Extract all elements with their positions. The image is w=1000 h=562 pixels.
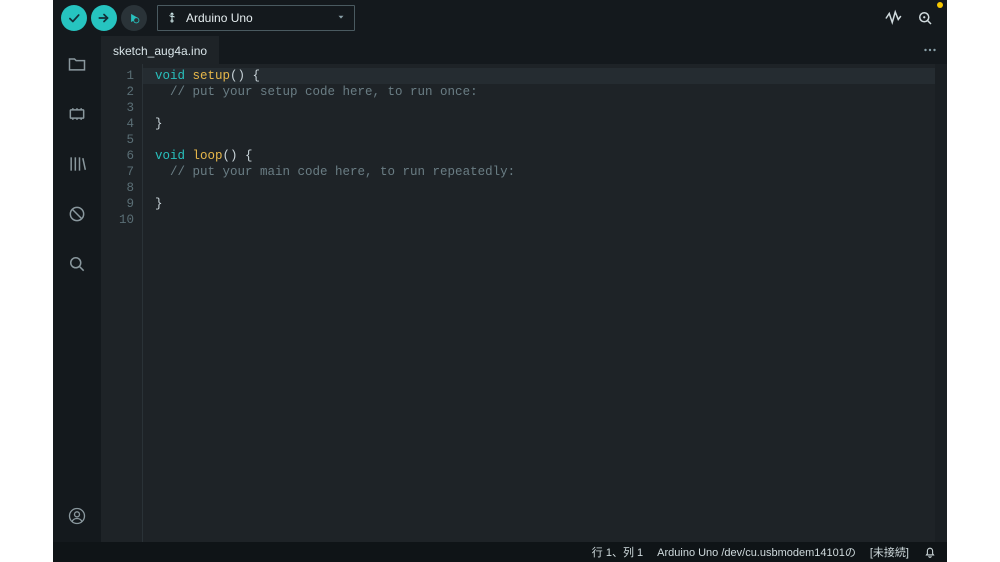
overview-ruler[interactable] [935, 64, 947, 542]
code-line[interactable] [155, 180, 935, 196]
search-button[interactable] [63, 250, 91, 278]
chevron-down-icon [336, 11, 346, 25]
code-line[interactable] [155, 100, 935, 116]
code-line[interactable]: // put your setup code here, to run once… [155, 84, 935, 100]
debug-panel-button[interactable] [63, 200, 91, 228]
code-line[interactable] [155, 212, 935, 228]
debug-button[interactable] [121, 5, 147, 31]
line-number: 5 [101, 132, 134, 148]
arduino-ide-window: Arduino Uno [53, 0, 947, 562]
code-line[interactable] [155, 132, 935, 148]
code-content[interactable]: void setup() { // put your setup code he… [143, 64, 935, 542]
status-bar: 行 1、列 1 Arduino Uno /dev/cu.usbmodem1410… [53, 542, 947, 562]
line-number: 4 [101, 116, 134, 132]
status-board-port[interactable]: Arduino Uno /dev/cu.usbmodem14101の [657, 544, 856, 560]
boards-manager-button[interactable] [63, 100, 91, 128]
line-number: 6 [101, 148, 134, 164]
verify-button[interactable] [61, 5, 87, 31]
line-number: 7 [101, 164, 134, 180]
toolbar: Arduino Uno [53, 0, 947, 36]
code-line[interactable]: // put your main code here, to run repea… [155, 164, 935, 180]
line-number: 3 [101, 100, 134, 116]
sketchbook-button[interactable] [63, 50, 91, 78]
tab-label: sketch_aug4a.ino [113, 44, 207, 58]
unsaved-indicator-icon [937, 2, 943, 8]
board-label: Arduino Uno [186, 11, 253, 25]
line-number: 8 [101, 180, 134, 196]
line-number: 9 [101, 196, 134, 212]
line-number-gutter: 12345678910 [101, 64, 143, 542]
serial-monitor-button[interactable] [911, 4, 939, 32]
account-button[interactable] [63, 502, 91, 530]
code-editor[interactable]: 12345678910 void setup() { // put your s… [101, 64, 947, 542]
board-selector[interactable]: Arduino Uno [157, 5, 355, 31]
code-line[interactable]: void setup() { [143, 68, 935, 84]
editor-area: sketch_aug4a.ino 12345678910 void setup(… [101, 36, 947, 542]
code-line[interactable]: void loop() { [155, 148, 935, 164]
line-number: 1 [101, 68, 134, 84]
code-line[interactable]: } [155, 196, 935, 212]
status-linecol[interactable]: 行 1、列 1 [592, 544, 643, 560]
line-number: 2 [101, 84, 134, 100]
tab-bar: sketch_aug4a.ino [101, 36, 947, 64]
code-line[interactable]: } [155, 116, 935, 132]
upload-button[interactable] [91, 5, 117, 31]
line-number: 10 [101, 212, 134, 228]
activity-bar [53, 36, 101, 542]
status-connection[interactable]: [未接続] [870, 544, 909, 560]
tab-active[interactable]: sketch_aug4a.ino [101, 36, 219, 64]
tab-overflow-button[interactable] [921, 36, 939, 64]
main-area: sketch_aug4a.ino 12345678910 void setup(… [53, 36, 947, 542]
serial-plotter-button[interactable] [879, 4, 907, 32]
usb-icon [166, 11, 178, 26]
notifications-button[interactable] [923, 545, 937, 559]
library-manager-button[interactable] [63, 150, 91, 178]
